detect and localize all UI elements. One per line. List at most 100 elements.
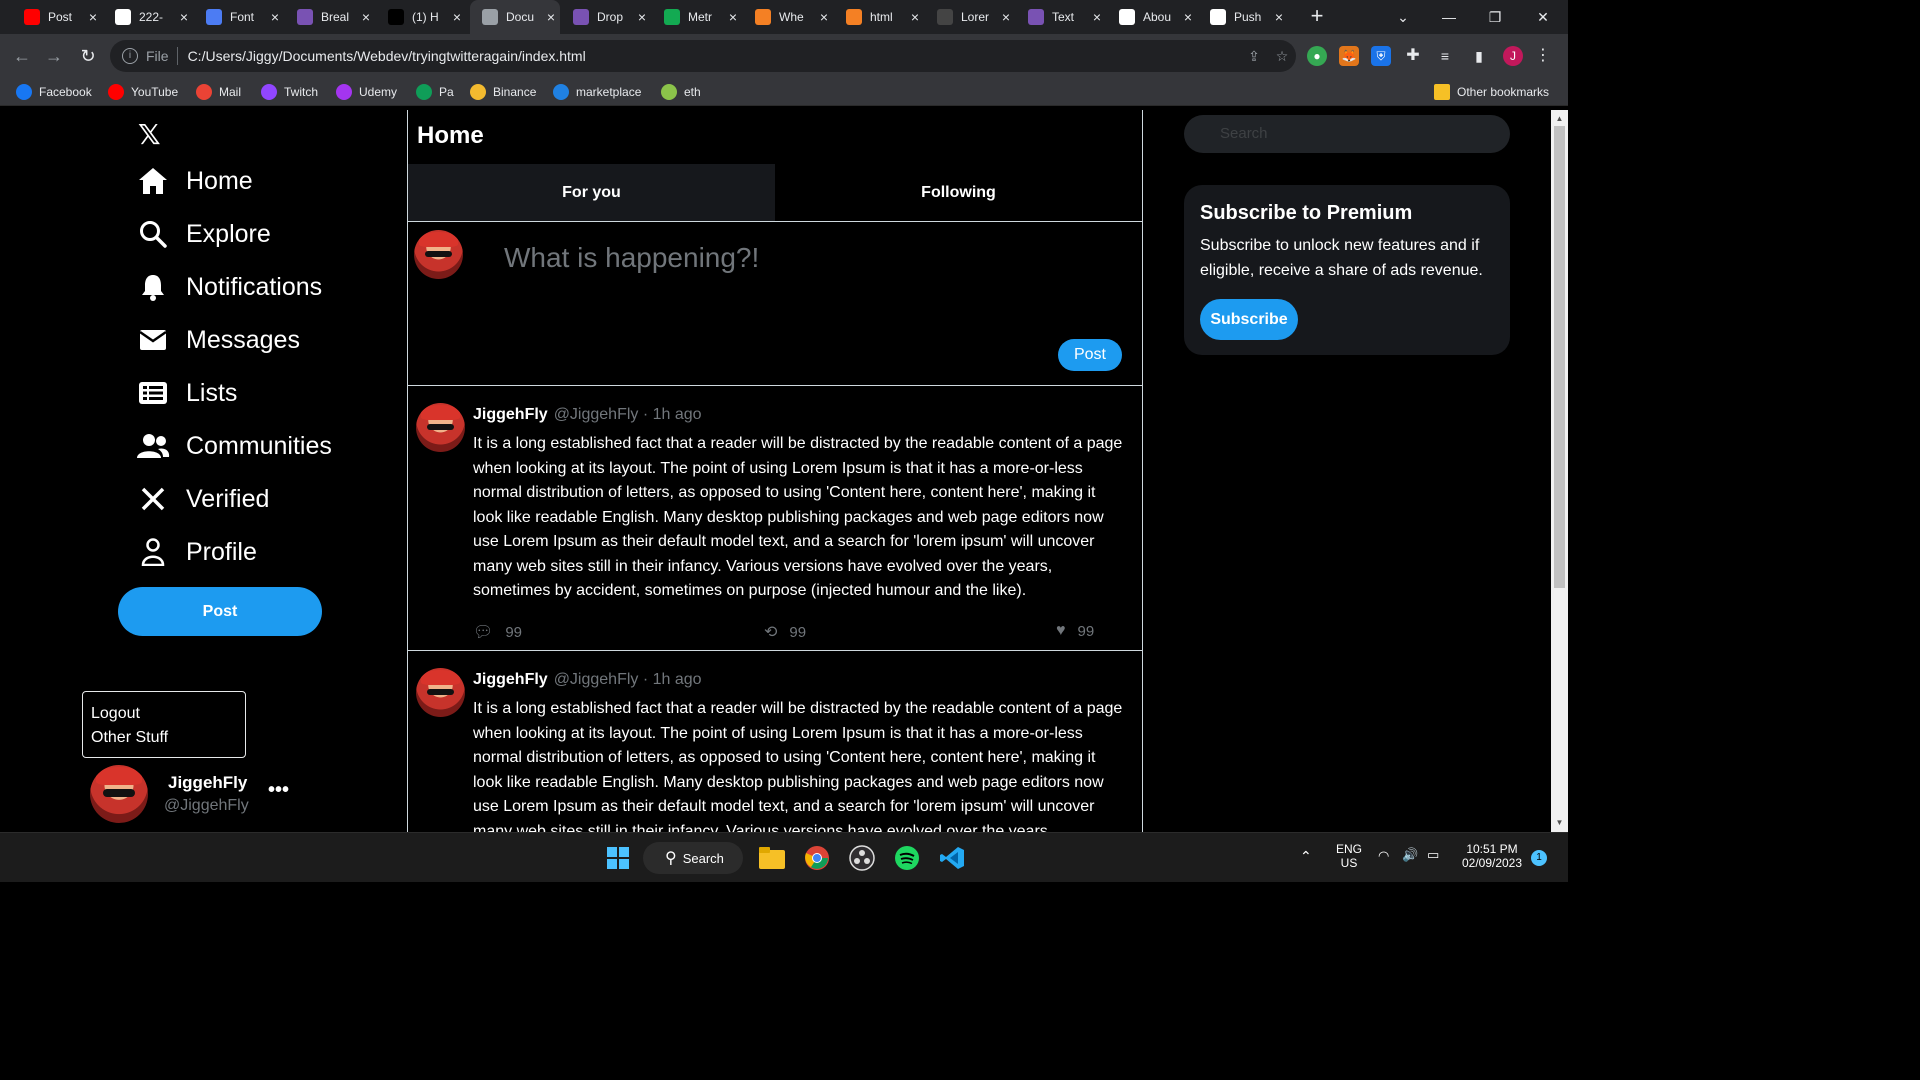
reload-icon[interactable]: ↻ (76, 44, 100, 68)
new-tab-button[interactable]: + (1304, 4, 1330, 30)
browser-tab[interactable]: html × (834, 0, 924, 34)
browser-tab[interactable]: Lorer × (925, 0, 1015, 34)
close-tab-icon[interactable]: × (175, 9, 193, 25)
logout-menu-item[interactable]: Logout (91, 702, 237, 726)
compose-post-button[interactable]: Post (1058, 339, 1122, 371)
close-tab-icon[interactable]: × (1088, 9, 1106, 25)
close-tab-icon[interactable]: × (997, 9, 1015, 25)
tweet-handle[interactable]: @JiggehFly (554, 671, 639, 688)
nav-item-verified[interactable]: Verified (136, 479, 269, 519)
scroll-down-icon[interactable]: ▼ (1551, 816, 1568, 830)
forward-icon[interactable]: → (42, 44, 66, 68)
taskbar-search[interactable]: ⚲ Search (643, 842, 743, 874)
reply-button[interactable]: 💬︎ 99 (473, 622, 522, 642)
page-scrollbar[interactable]: ▲ ▼ (1551, 110, 1568, 832)
avatar[interactable] (416, 668, 465, 717)
close-tab-icon[interactable]: × (815, 9, 833, 25)
minimize-button[interactable]: — (1426, 0, 1472, 34)
browser-tab[interactable]: Text × (1016, 0, 1106, 34)
url-text[interactable]: C:/Users/Jiggy/Documents/Webdev/tryingtw… (188, 48, 1240, 64)
browser-tab[interactable]: Post × (12, 0, 102, 34)
tab-search-icon[interactable]: ⌄ (1380, 0, 1426, 34)
battery-icon[interactable]: ▭ (1427, 847, 1439, 863)
browser-tab[interactable]: Whe × (743, 0, 833, 34)
account-switcher[interactable]: JiggehFly @JiggehFly ••• (90, 765, 290, 825)
scroll-up-icon[interactable]: ▲ (1551, 112, 1568, 126)
nav-item-lists[interactable]: Lists (136, 373, 237, 413)
side-panel-icon[interactable]: ▮ (1469, 46, 1489, 66)
address-bar[interactable]: i File C:/Users/Jiggy/Documents/Webdev/t… (110, 40, 1296, 72)
clock[interactable]: 10:51 PM 02/09/2023 (1458, 842, 1526, 870)
tab-for-you[interactable]: For you (408, 164, 775, 221)
back-icon[interactable]: ← (10, 44, 34, 68)
close-tab-icon[interactable]: × (724, 9, 742, 25)
close-tab-icon[interactable]: × (906, 9, 924, 25)
other-bookmarks[interactable]: Other bookmarks (1434, 83, 1549, 101)
chrome-icon[interactable] (802, 843, 832, 873)
nav-item-communities[interactable]: Communities (136, 426, 332, 466)
like-button[interactable]: ♥ 99 (1056, 622, 1094, 640)
profile-avatar[interactable]: J (1503, 46, 1523, 66)
nav-item-profile[interactable]: Profile (136, 532, 257, 572)
wifi-icon[interactable]: ◠ (1378, 848, 1389, 864)
maximize-button[interactable]: ❐ (1472, 0, 1518, 34)
compose-input[interactable]: What is happening?! (504, 242, 759, 274)
avatar[interactable] (416, 403, 465, 452)
close-tab-icon[interactable]: × (633, 9, 651, 25)
extension-green-icon[interactable]: ● (1307, 46, 1327, 66)
menu-kebab-icon[interactable]: ⋮ (1533, 46, 1553, 66)
nav-item-messages[interactable]: Messages (136, 320, 300, 360)
post-button[interactable]: Post (118, 587, 322, 636)
share-icon[interactable]: ⇪ (1240, 48, 1268, 65)
vscode-icon[interactable] (937, 843, 967, 873)
notification-badge[interactable]: 1 (1531, 850, 1547, 866)
browser-tab[interactable]: Font × (194, 0, 284, 34)
browser-tab[interactable]: Abou × (1107, 0, 1197, 34)
browser-tab[interactable]: Push × (1198, 0, 1288, 34)
info-icon[interactable]: i (122, 48, 138, 64)
metamask-icon[interactable]: 🦊 (1339, 46, 1359, 66)
other-stuff-menu-item[interactable]: Other Stuff (91, 726, 237, 750)
bookmark-star-icon[interactable]: ☆ (1268, 48, 1296, 65)
bookmark-item[interactable]: eth (661, 83, 701, 101)
search-input[interactable]: Search (1184, 115, 1510, 153)
browser-tab[interactable]: Metr × (652, 0, 742, 34)
nav-item-explore[interactable]: Explore (136, 214, 271, 254)
tweet[interactable]: JiggehFly @JiggehFly · 1h ago It is a long… (408, 651, 1142, 832)
browser-tab[interactable]: Docu × (470, 0, 560, 34)
close-tab-icon[interactable]: × (266, 9, 284, 25)
bookmark-item[interactable]: Binance (470, 83, 536, 101)
bookmark-item[interactable]: Facebook (16, 83, 92, 101)
bookmark-item[interactable]: Udemy (336, 83, 397, 101)
file-explorer-icon[interactable] (757, 843, 787, 873)
volume-icon[interactable]: 🔊 (1402, 847, 1418, 863)
close-window-button[interactable]: ✕ (1520, 0, 1566, 34)
windows-start-icon[interactable] (603, 843, 633, 873)
browser-tab[interactable]: 222- × (103, 0, 193, 34)
obs-icon[interactable] (847, 843, 877, 873)
bookmark-item[interactable]: Twitch (261, 83, 318, 101)
x-logo-icon[interactable]: 𝕏 (138, 118, 161, 151)
bitwarden-icon[interactable]: ⛨ (1371, 46, 1391, 66)
browser-tab[interactable]: (1) H × (376, 0, 466, 34)
browser-tab[interactable]: Drop × (561, 0, 651, 34)
bookmark-item[interactable]: marketplace (553, 83, 641, 101)
nav-item-notifications[interactable]: Notifications (136, 267, 322, 307)
subscribe-button[interactable]: Subscribe (1200, 299, 1298, 340)
input-language[interactable]: ENG US (1334, 842, 1364, 870)
nav-item-home[interactable]: Home (136, 161, 253, 201)
tweet[interactable]: JiggehFly @JiggehFly · 1h ago It is a long… (408, 386, 1142, 651)
spotify-icon[interactable] (892, 843, 922, 873)
tweet-handle[interactable]: @JiggehFly (554, 406, 639, 423)
close-tab-icon[interactable]: × (542, 9, 560, 25)
retweet-button[interactable]: ⟲ 99 (764, 622, 806, 642)
close-tab-icon[interactable]: × (1179, 9, 1197, 25)
scroll-thumb[interactable] (1554, 126, 1565, 588)
bookmark-item[interactable]: Pa (416, 83, 454, 101)
tweet-author[interactable]: JiggehFly (473, 406, 548, 423)
bookmark-item[interactable]: Mail (196, 83, 241, 101)
close-tab-icon[interactable]: × (357, 9, 375, 25)
close-tab-icon[interactable]: × (84, 9, 102, 25)
bookmark-item[interactable]: YouTube (108, 83, 178, 101)
extensions-puzzle-icon[interactable]: ✚ (1403, 46, 1423, 66)
